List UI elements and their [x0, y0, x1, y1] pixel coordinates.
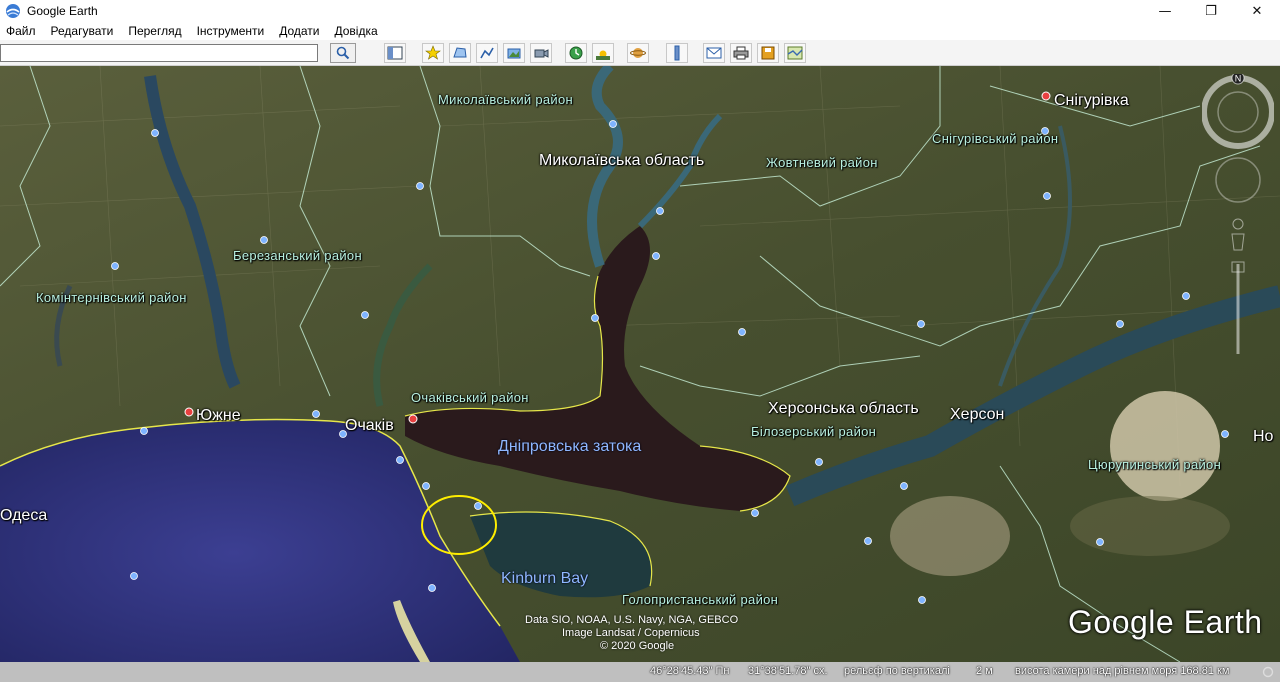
north-marker-icon[interactable]: N: [1231, 74, 1245, 85]
search-button[interactable]: [330, 43, 356, 63]
planets-button[interactable]: [627, 43, 649, 63]
image-overlay-icon: [507, 48, 521, 59]
elevation-label: рельєф по вертикалі: [844, 665, 950, 677]
camera-altitude-readout: висота камери над рівнем моря 168.81 км: [1015, 665, 1230, 677]
path-icon: [480, 47, 494, 59]
email-button[interactable]: [703, 43, 725, 63]
google-earth-watermark: Google Earth: [1068, 604, 1263, 640]
add-image-overlay-button[interactable]: [503, 43, 525, 63]
google-earth-logo-icon: [6, 4, 20, 18]
window-title: Google Earth: [27, 4, 98, 18]
label-kinburn-bay[interactable]: Kinburn Bay: [501, 570, 588, 588]
menu-tools[interactable]: Інструменти: [197, 24, 265, 38]
status-bar: 46°28'45.43" Пн 31°38'51.78" сх. рельєф …: [0, 662, 1280, 682]
save-image-button[interactable]: [757, 43, 779, 63]
label-holoprystanskyi-district[interactable]: Голопристанський район: [622, 592, 778, 607]
label-kominternivskyi-district[interactable]: Комінтернівський район: [36, 290, 187, 305]
attribution-data: Data SIO, NOAA, U.S. Navy, NGA, GEBCO: [525, 614, 739, 626]
label-zhovtnevyi-district[interactable]: Жовтневий район: [766, 155, 878, 170]
label-yuzhne[interactable]: Южне: [196, 407, 241, 425]
menu-add[interactable]: Додати: [279, 24, 319, 38]
imagery-attribution: Data SIO, NOAA, U.S. Navy, NGA, GEBCO Im…: [525, 614, 755, 653]
label-ochakivskyi-district[interactable]: Очаківський район: [411, 390, 529, 405]
record-tour-button[interactable]: [530, 43, 552, 63]
attribution-image: Image Landsat / Copernicus: [562, 627, 700, 639]
toolbar: [0, 40, 1280, 66]
label-dniprovska-bay[interactable]: Дніпровська затока: [498, 438, 641, 456]
attribution-copyright: © 2020 Google: [600, 640, 675, 652]
window-controls: — ❐ ✕: [1142, 0, 1280, 22]
look-joystick-icon[interactable]: [1215, 157, 1261, 203]
nav-controls-graphic: N: [1202, 74, 1274, 354]
menu-file[interactable]: Файл: [6, 24, 36, 38]
maximize-button[interactable]: ❐: [1188, 0, 1234, 22]
add-path-button[interactable]: [476, 43, 498, 63]
label-ochakiv[interactable]: Очаків: [345, 417, 394, 435]
label-snihurivka[interactable]: Снігурівка: [1054, 92, 1129, 110]
sidebar-toggle-icon: [387, 46, 403, 60]
add-polygon-button[interactable]: [449, 43, 471, 63]
label-tsiurupynskyi-district[interactable]: Цюрупинський район: [1088, 457, 1221, 472]
close-button[interactable]: ✕: [1234, 0, 1280, 22]
label-khersonska-oblast[interactable]: Херсонська область: [768, 400, 919, 418]
polygon-icon: [453, 47, 467, 58]
latitude-readout: 46°28'45.43" Пн: [650, 665, 730, 677]
label-snihurivskyi-district[interactable]: Снігурівський район: [932, 131, 1058, 146]
menu-help[interactable]: Довідка: [335, 24, 378, 38]
maps-icon: [787, 46, 803, 60]
street-view-icon[interactable]: [1231, 218, 1245, 251]
print-button[interactable]: [730, 43, 752, 63]
historical-imagery-button[interactable]: [565, 43, 587, 63]
menu-bar: Файл Редагувати Перегляд Інструменти Дод…: [0, 22, 1280, 40]
label-mykolaiv-district[interactable]: Миколаївський район: [438, 92, 573, 107]
streaming-indicator-icon: [1262, 666, 1274, 678]
historical-imagery-icon: [569, 46, 583, 60]
minimize-button[interactable]: —: [1142, 0, 1188, 22]
search-input[interactable]: [0, 44, 318, 62]
view-in-maps-button[interactable]: [784, 43, 806, 63]
email-icon: [706, 47, 722, 59]
map-view[interactable]: Миколаївський район Миколаївська область…: [0, 66, 1280, 662]
label-kherson[interactable]: Херсон: [950, 406, 1004, 424]
ruler-icon: [674, 45, 680, 61]
print-icon: [733, 46, 749, 60]
planets-icon: [630, 48, 646, 58]
label-berezanskyi-district[interactable]: Березанський район: [233, 248, 362, 263]
compass-ring-icon[interactable]: [1202, 75, 1274, 149]
label-edge-city[interactable]: Но: [1253, 428, 1273, 446]
add-placemark-button[interactable]: [422, 43, 444, 63]
zoom-slider-icon[interactable]: [1231, 261, 1245, 354]
label-bilozerskyi-district[interactable]: Білозерський район: [751, 424, 876, 439]
search-icon: [336, 46, 350, 60]
elevation-value: 2 м: [976, 665, 993, 677]
placemark-icon: [425, 45, 441, 60]
google-earth-window: Google Earth — ❐ ✕ Файл Редагувати Перег…: [0, 0, 1280, 682]
sidebar-toggle-button[interactable]: [384, 43, 406, 63]
sunlight-button[interactable]: [592, 43, 614, 63]
save-image-icon: [761, 46, 775, 60]
sunlight-icon: [596, 50, 610, 60]
title-bar: Google Earth — ❐ ✕: [0, 0, 1280, 22]
longitude-readout: 31°38'51.78" сх.: [748, 665, 828, 677]
menu-edit[interactable]: Редагувати: [51, 24, 114, 38]
record-tour-icon: [534, 49, 549, 58]
label-mykolaiv-oblast[interactable]: Миколаївська область: [539, 152, 704, 170]
menu-view[interactable]: Перегляд: [128, 24, 181, 38]
label-odesa[interactable]: Одеса: [0, 507, 47, 525]
ruler-button[interactable]: [666, 43, 688, 63]
north-label: N: [1235, 74, 1242, 84]
